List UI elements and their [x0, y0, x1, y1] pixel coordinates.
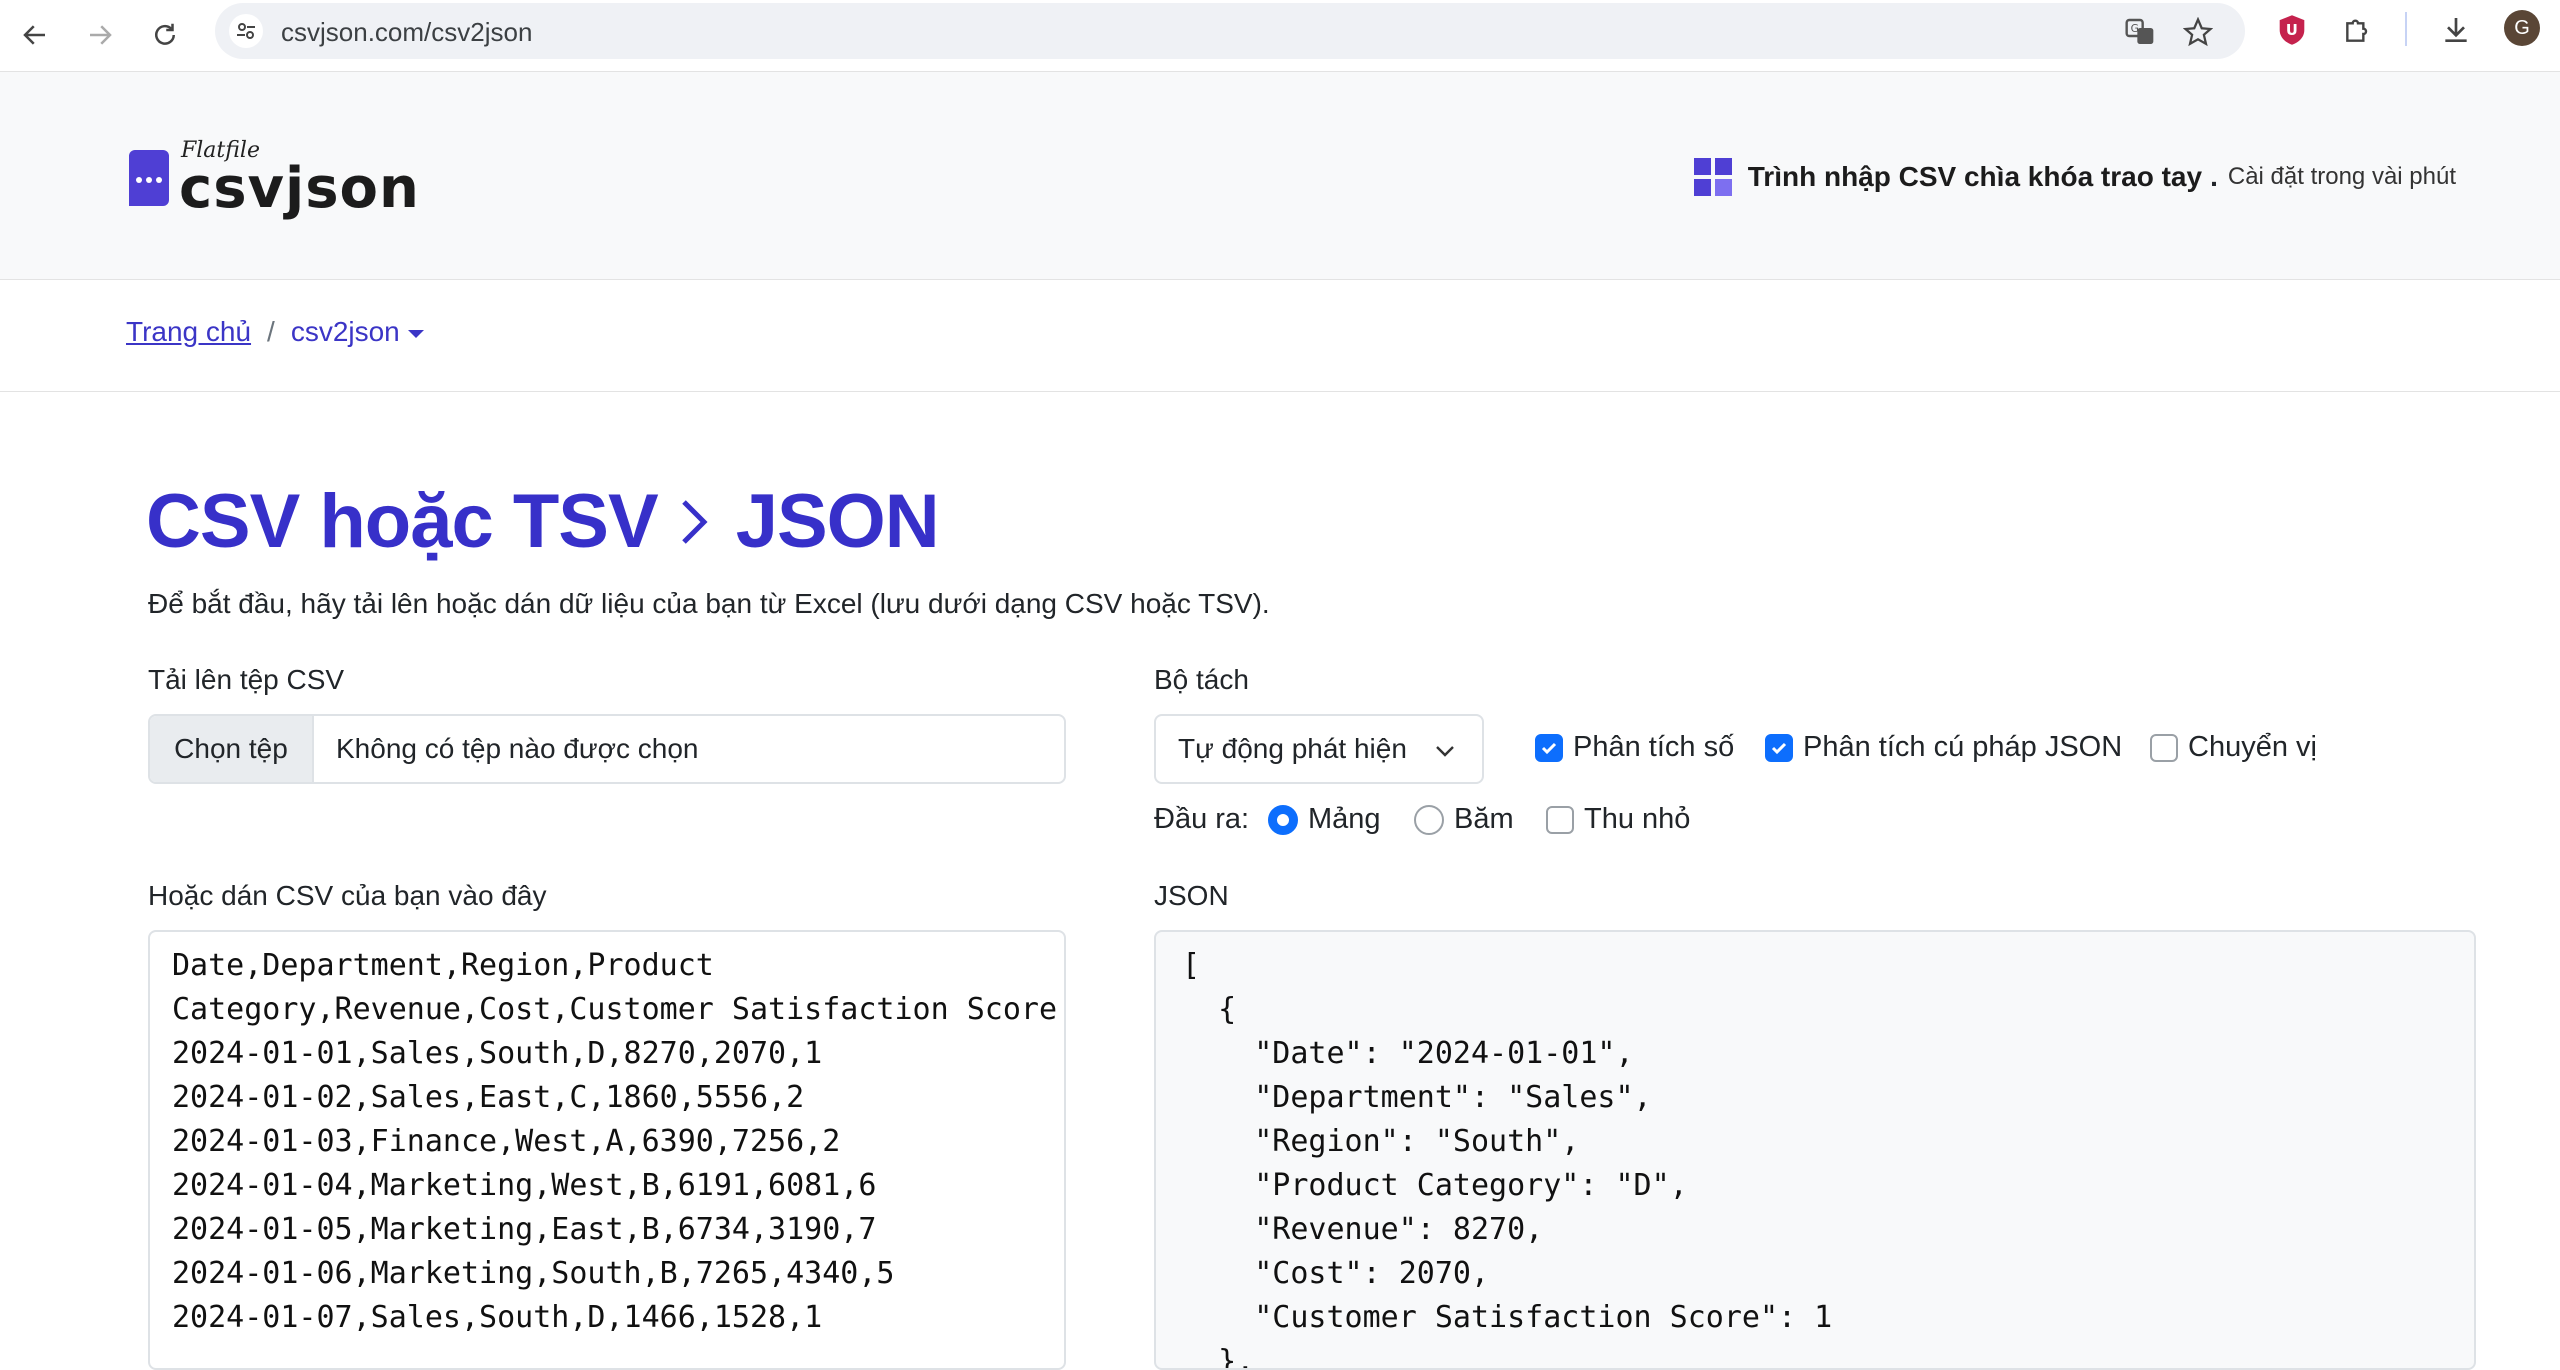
output-hash-label: Băm — [1454, 803, 1514, 835]
checkbox-checked-icon — [1765, 733, 1793, 762]
output-label: Đầu ra: — [1154, 803, 1249, 836]
site-header: Flatfile csvjson Trình nhập CSV chìa khó… — [0, 72, 2560, 280]
toolbar-separator — [2405, 12, 2407, 46]
logo-brand-text: csvjson — [179, 156, 420, 221]
radio-selected-icon — [1268, 804, 1298, 835]
promo-light-text: Cài đặt trong vài phút — [2227, 163, 2456, 190]
title-right: JSON — [735, 479, 940, 564]
url-text: csvjson.com/csv2json — [281, 17, 533, 47]
csvjson-logo[interactable]: Flatfile csvjson — [125, 132, 419, 222]
forward-button[interactable] — [75, 10, 125, 60]
parse-json-checkbox[interactable]: Phân tích cú pháp JSON — [1765, 731, 2122, 764]
svg-text:G: G — [2131, 22, 2139, 35]
breadcrumb: Trang chủ / csv2json — [126, 316, 424, 348]
output-array-label: Mảng — [1308, 803, 1381, 835]
download-icon[interactable] — [2436, 10, 2476, 50]
checkbox-checked-icon — [1535, 733, 1563, 762]
breadcrumb-bar: Trang chủ / csv2json — [0, 280, 2560, 392]
bookmark-star-icon[interactable] — [2181, 15, 2215, 49]
promo-strong-text: Trình nhập CSV chìa khóa trao tay — [1747, 161, 2203, 192]
logo-mark-icon — [129, 150, 169, 206]
ublock-extension-icon[interactable]: U — [2272, 10, 2312, 50]
transpose-checkbox[interactable]: Chuyển vị — [2150, 731, 2317, 764]
separator-selected-value: Tự động phát hiện — [1178, 733, 1407, 764]
arrow-left-icon — [23, 25, 45, 45]
chevron-right-icon — [681, 499, 708, 544]
parse-json-label: Phân tích cú pháp JSON — [1803, 731, 2123, 763]
breadcrumb-separator: / — [267, 316, 275, 347]
json-output-textarea[interactable]: [ { "Date": "2024-01-01", "Department": … — [1154, 930, 2476, 1370]
lead-text: Để bắt đầu, hãy tải lên hoặc dán dữ liệu… — [148, 588, 1270, 619]
extensions-puzzle-icon[interactable] — [2338, 10, 2378, 50]
address-bar[interactable]: csvjson.com/csv2json G — [215, 3, 2245, 59]
site-settings-icon[interactable] — [229, 14, 263, 48]
chevron-down-icon — [1436, 746, 1454, 757]
csv-input-textarea[interactable]: Date,Department,Region,Product Category,… — [148, 930, 1066, 1370]
breadcrumb-home-link[interactable]: Trang chủ — [126, 316, 251, 348]
arrow-right-icon — [90, 25, 112, 45]
back-button[interactable] — [10, 10, 60, 60]
separator-label: Bộ tách — [1154, 664, 1249, 695]
minify-label: Thu nhỏ — [1584, 803, 1691, 835]
checkbox-unchecked-icon — [1546, 805, 1574, 834]
promo-banner[interactable]: Trình nhập CSV chìa khóa trao tay . Cài … — [1693, 156, 2456, 198]
output-hash-radio[interactable]: Băm — [1414, 803, 1514, 836]
file-status-text: Không có tệp nào được chọn — [336, 733, 699, 764]
translate-icon[interactable]: G — [2123, 15, 2157, 49]
separator-select[interactable]: Tự động phát hiện — [1154, 714, 1484, 784]
breadcrumb-current-label: csv2json — [290, 316, 400, 347]
reload-button[interactable] — [140, 10, 190, 60]
title-left: CSV hoặc TSV — [146, 479, 659, 564]
output-label-text: Đầu ra: — [1154, 803, 1250, 835]
file-input[interactable]: Chọn tệp Không có tệp nào được chọn — [148, 714, 1066, 784]
transpose-label: Chuyển vị — [2188, 731, 2317, 763]
upload-label: Tải lên tệp CSV — [148, 664, 345, 695]
svg-text:U: U — [2286, 22, 2298, 39]
reload-icon — [155, 23, 175, 45]
flatfile-grid-icon — [1693, 158, 1732, 196]
browser-toolbar: csvjson.com/csv2json G U G — [0, 0, 2560, 72]
minify-checkbox[interactable]: Thu nhỏ — [1546, 803, 1690, 836]
profile-avatar[interactable]: G — [2504, 10, 2540, 46]
breadcrumb-current-dropdown[interactable]: csv2json — [291, 316, 424, 348]
page-title: CSV hoặc TSV JSON — [146, 478, 940, 565]
parse-numbers-label: Phân tích số — [1573, 731, 1735, 763]
radio-unselected-icon — [1414, 804, 1444, 835]
output-array-radio[interactable]: Mảng — [1268, 803, 1381, 836]
choose-file-button[interactable]: Chọn tệp — [150, 716, 314, 782]
promo-dot: . — [2210, 161, 2218, 192]
caret-down-icon — [407, 329, 424, 338]
parse-numbers-checkbox[interactable]: Phân tích số — [1535, 731, 1734, 764]
json-label: JSON — [1154, 880, 1229, 911]
checkbox-unchecked-icon — [2150, 733, 2178, 762]
paste-label: Hoặc dán CSV của bạn vào đây — [148, 880, 547, 911]
